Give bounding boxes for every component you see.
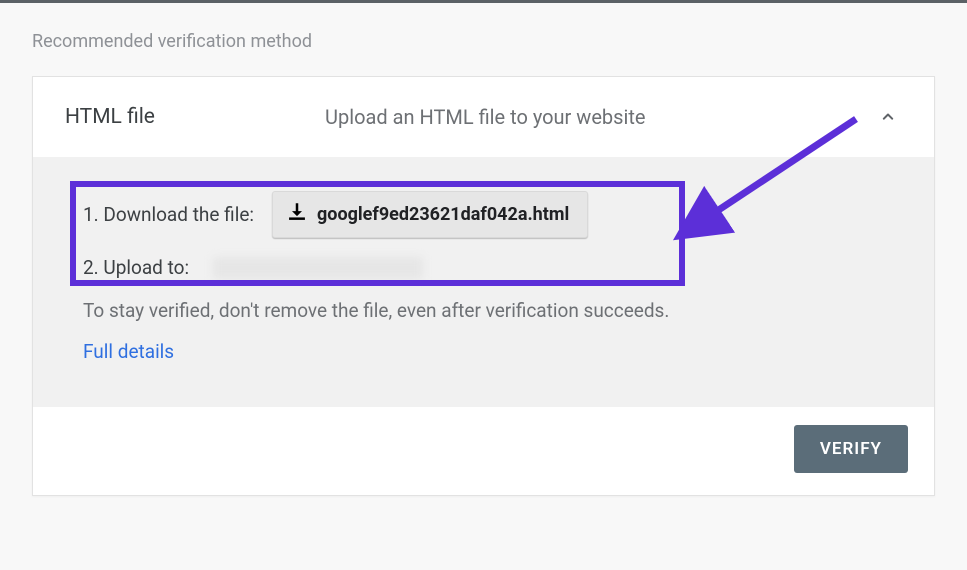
upload-target-redacted — [213, 257, 423, 279]
card-subtitle: Upload an HTML file to your website — [325, 105, 874, 129]
verification-note: To stay verified, don't remove the file,… — [83, 299, 902, 322]
section-header: Recommended verification method — [32, 3, 935, 76]
chevron-up-icon[interactable] — [874, 103, 902, 131]
verify-button[interactable]: VERIFY — [794, 425, 908, 473]
verification-card: HTML file Upload an HTML file to your we… — [32, 76, 935, 496]
step-upload: 2. Upload to: — [83, 256, 902, 279]
step-download-label: 1. Download the file: — [83, 203, 254, 226]
card-header[interactable]: HTML file Upload an HTML file to your we… — [33, 77, 934, 157]
step-upload-label: 2. Upload to: — [83, 256, 189, 279]
card-title: HTML file — [65, 105, 325, 129]
card-body: 1. Download the file: googlef9ed23621daf… — [33, 157, 934, 407]
download-file-name: googlef9ed23621daf042a.html — [317, 204, 569, 225]
download-file-button[interactable]: googlef9ed23621daf042a.html — [272, 191, 588, 238]
download-icon — [287, 202, 307, 227]
step-download: 1. Download the file: googlef9ed23621daf… — [83, 191, 902, 238]
full-details-link[interactable]: Full details — [83, 340, 174, 363]
